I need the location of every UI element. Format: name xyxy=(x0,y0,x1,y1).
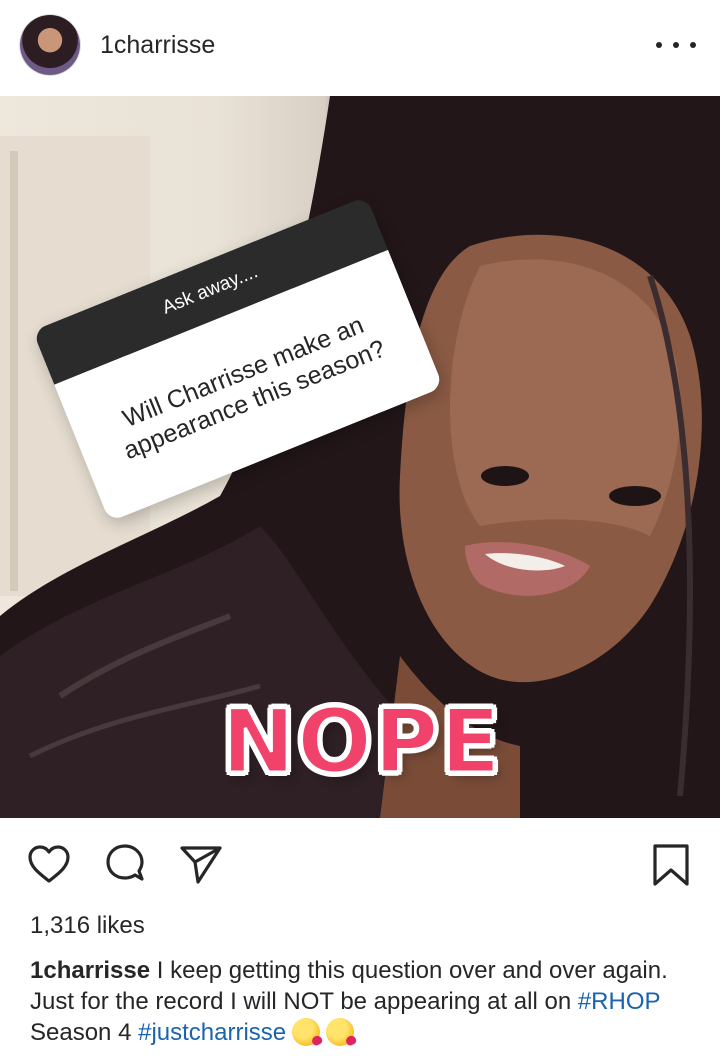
post-username[interactable]: 1charrisse xyxy=(100,31,215,60)
like-count[interactable]: 1,316 likes xyxy=(30,912,145,940)
kissing-heart-emoji xyxy=(326,1018,355,1046)
post-header: 1charrisse xyxy=(0,0,720,95)
caption-text-2: Season 4 xyxy=(30,1019,139,1046)
instagram-post: 1charrisse Ask away.... Will Charrisse m… xyxy=(0,0,720,1059)
post-photo[interactable]: Ask away.... Will Charrisse make an appe… xyxy=(0,96,720,818)
hashtag-rhop[interactable]: #RHOP xyxy=(578,988,660,1015)
avatar[interactable] xyxy=(20,15,80,75)
kissing-heart-emoji xyxy=(292,1018,321,1046)
heart-icon[interactable] xyxy=(26,842,72,888)
bookmark-icon[interactable] xyxy=(648,842,694,888)
caption-username[interactable]: 1charrisse xyxy=(30,957,150,984)
hashtag-justcharrisse[interactable]: #justcharrisse xyxy=(138,1019,286,1046)
nope-sticker: NOPE xyxy=(220,688,503,794)
more-options-icon[interactable] xyxy=(656,35,696,55)
post-caption: 1charrisse I keep getting this question … xyxy=(30,955,700,1048)
comment-icon[interactable] xyxy=(102,842,148,888)
action-bar xyxy=(0,830,720,900)
paper-plane-icon[interactable] xyxy=(178,842,224,888)
